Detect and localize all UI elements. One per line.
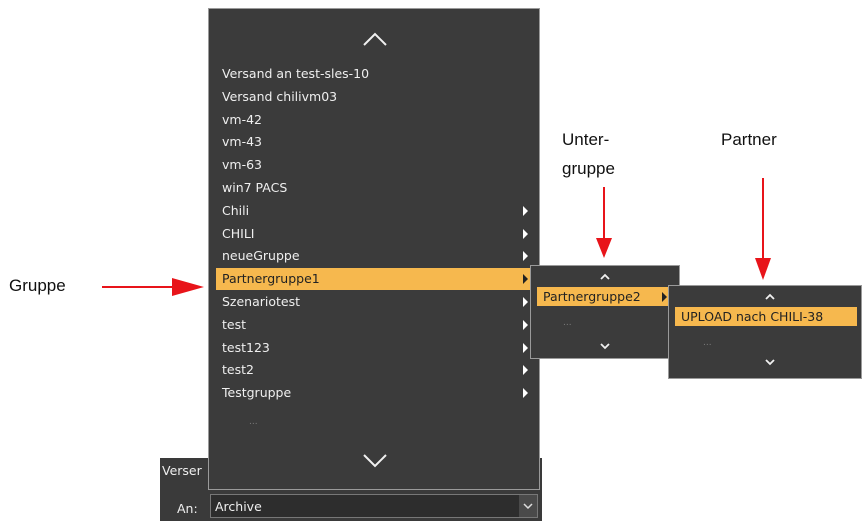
menu-item-label: Szenariotest xyxy=(222,294,301,309)
menu-item-label: neueGruppe xyxy=(222,248,300,264)
subgroup-menu: Partnergruppe2 ... xyxy=(530,265,680,359)
menu-item-label: CHILI xyxy=(222,225,255,241)
annotation-partner: Partner xyxy=(721,130,777,149)
select-dropdown-button[interactable] xyxy=(519,495,537,517)
annotation-untergruppe-line1: Unter- xyxy=(562,130,610,149)
chevron-down-icon xyxy=(523,503,533,510)
menu-item-label: Partnergruppe2 xyxy=(543,289,641,304)
scroll-up-icon[interactable] xyxy=(764,293,776,301)
menu-item[interactable]: neueGruppe xyxy=(216,245,534,267)
menu-item[interactable]: Testgruppe xyxy=(216,382,534,404)
more-items-indicator: ... xyxy=(249,417,258,427)
submenu-arrow-icon xyxy=(523,274,528,285)
arrow-to-partner xyxy=(755,178,771,280)
menu-item-label: vm-43 xyxy=(222,134,262,150)
scroll-down-icon[interactable] xyxy=(764,358,776,366)
menu-item[interactable]: Partnergruppe1 xyxy=(216,268,534,291)
menu-item[interactable]: test2 xyxy=(216,359,534,381)
menu-item-label: test2 xyxy=(222,362,254,378)
menu-item-label: vm-42 xyxy=(222,111,262,127)
menu-item-label: win7 PACS xyxy=(222,180,288,195)
annotation-untergruppe-line2: gruppe xyxy=(562,159,615,178)
group-menu: Versand an test-sles-10 Versand chilivm03… xyxy=(208,8,540,490)
menu-item[interactable]: vm-63 xyxy=(216,154,534,176)
scroll-down-icon[interactable] xyxy=(599,342,611,350)
menu-item-label: Chili xyxy=(222,202,250,218)
dialog-title-partial: Verser xyxy=(162,463,202,478)
submenu-arrow-icon xyxy=(523,228,528,239)
submenu-arrow-icon xyxy=(523,319,528,330)
menu-item[interactable]: test xyxy=(216,314,534,336)
to-label: An: xyxy=(177,501,198,516)
menu-item[interactable]: CHILI xyxy=(216,223,534,245)
menu-item-label: Versand chilivm03 xyxy=(222,88,338,104)
menu-item[interactable]: Szenariotest xyxy=(216,291,534,313)
menu-item[interactable]: vm-43 xyxy=(216,131,534,153)
destination-select[interactable]: Archive xyxy=(210,494,538,518)
submenu-arrow-icon xyxy=(523,388,528,399)
menu-item-label: test xyxy=(222,316,247,332)
scroll-up-icon[interactable] xyxy=(599,273,611,281)
submenu-arrow-icon xyxy=(662,291,667,302)
menu-item-label: vm-63 xyxy=(222,157,262,173)
menu-item[interactable]: Partnergruppe2 xyxy=(537,287,673,306)
menu-item-label: UPLOAD nach CHILI-38 xyxy=(681,309,824,324)
menu-item[interactable]: test123 xyxy=(216,337,534,359)
arrow-to-untergruppe xyxy=(596,187,612,258)
menu-item-label: Testgruppe xyxy=(222,385,292,401)
menu-item[interactable]: Chili xyxy=(216,200,534,222)
menu-item-label: Partnergruppe1 xyxy=(222,271,320,287)
menu-item[interactable]: vm-42 xyxy=(216,109,534,131)
scroll-up-icon[interactable] xyxy=(360,30,390,50)
submenu-arrow-icon xyxy=(523,297,528,307)
menu-item[interactable]: UPLOAD nach CHILI-38 xyxy=(675,307,857,326)
submenu-arrow-icon xyxy=(523,205,528,216)
arrow-to-gruppe xyxy=(102,278,204,296)
destination-select-value: Archive xyxy=(215,499,262,514)
menu-item[interactable]: win7 PACS xyxy=(216,177,534,199)
menu-item-label: Versand an test-sles-10 xyxy=(222,66,370,81)
menu-item[interactable]: Versand an test-sles-10 xyxy=(216,63,534,85)
more-items-indicator: ... xyxy=(563,318,572,328)
annotation-gruppe: Gruppe xyxy=(9,276,66,295)
menu-item-label: test123 xyxy=(222,339,270,355)
submenu-arrow-icon xyxy=(523,342,528,353)
menu-item[interactable]: Versand chilivm03 xyxy=(216,86,534,108)
more-items-indicator: ... xyxy=(703,338,712,348)
submenu-arrow-icon xyxy=(523,251,528,262)
partner-menu: UPLOAD nach CHILI-38 ... xyxy=(668,285,862,379)
scroll-down-icon[interactable] xyxy=(360,450,390,470)
submenu-arrow-icon xyxy=(523,365,528,376)
